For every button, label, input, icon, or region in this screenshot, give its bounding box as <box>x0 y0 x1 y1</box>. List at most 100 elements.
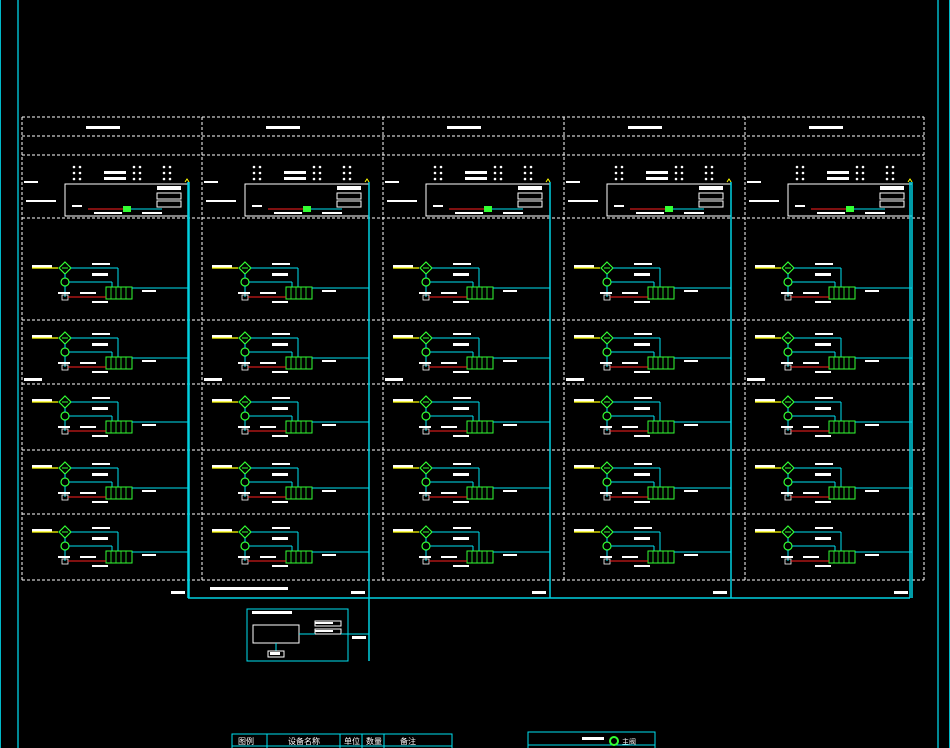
label-bar <box>92 263 110 265</box>
label-bar <box>92 397 110 399</box>
label-bar <box>865 212 885 214</box>
terminal-dot <box>168 171 172 175</box>
label-bar <box>272 273 288 276</box>
label-bar <box>566 181 580 183</box>
label-bar <box>827 171 849 174</box>
terminal-dot <box>439 177 443 181</box>
label-bar <box>92 565 108 567</box>
label-bar <box>272 463 290 465</box>
label-bar <box>781 556 793 558</box>
label-bar <box>865 424 879 426</box>
label-bar <box>260 492 276 494</box>
column-title-bar <box>86 126 120 129</box>
label-bar <box>568 200 598 202</box>
label-bar <box>894 591 908 594</box>
label-bar <box>80 492 96 494</box>
label-bar <box>803 292 819 294</box>
terminal-dot <box>620 171 624 175</box>
label-bar <box>272 371 288 373</box>
label-bar <box>441 292 457 294</box>
label-bar <box>453 397 471 399</box>
label-bar <box>634 527 652 529</box>
terminal-dot <box>620 165 624 169</box>
label-bar <box>322 212 342 214</box>
terminal-dot <box>710 177 714 181</box>
terminal-dot <box>138 165 142 169</box>
terminal-dot <box>891 177 895 181</box>
label-bar <box>865 360 879 362</box>
terminal-dot <box>168 177 172 181</box>
terminal-dot <box>493 165 497 169</box>
legend-header-qty: 数量 <box>366 736 382 746</box>
label-bar <box>272 565 288 567</box>
label-bar <box>865 554 879 556</box>
terminal-dot <box>78 177 82 181</box>
terminal-dot <box>499 177 503 181</box>
terminal-dot <box>855 165 859 169</box>
terminal-dot <box>439 165 443 169</box>
terminal-dot <box>529 171 533 175</box>
label-bar <box>142 554 156 556</box>
terminal-dot <box>439 171 443 175</box>
label-bar <box>238 292 250 294</box>
label-bar <box>238 426 250 428</box>
terminal-dot <box>348 165 352 169</box>
label-bar <box>815 501 831 503</box>
label-bar <box>322 424 336 426</box>
terminal-dot <box>704 171 708 175</box>
label-bar <box>817 212 845 214</box>
label-bar <box>92 273 108 276</box>
label-bar <box>24 181 38 183</box>
label-bar <box>94 212 122 214</box>
label-bar <box>441 556 457 558</box>
terminal-dot <box>855 177 859 181</box>
label-bar <box>453 527 471 529</box>
label-bar <box>104 177 126 180</box>
terminal-dot <box>885 177 889 181</box>
label-bar <box>749 200 779 202</box>
label-bar <box>142 360 156 362</box>
label-bar <box>880 186 904 190</box>
label-bar <box>453 273 469 276</box>
terminal-dot <box>138 177 142 181</box>
label-bar <box>684 360 698 362</box>
label-bar <box>260 362 276 364</box>
label-bar <box>58 292 70 294</box>
label-bar <box>204 181 218 183</box>
label-bar <box>272 407 288 410</box>
terminal-dot <box>885 171 889 175</box>
label-bar <box>238 556 250 558</box>
label-bar <box>803 362 819 364</box>
label-bar <box>272 333 290 335</box>
terminal-dot <box>680 171 684 175</box>
label-bar <box>272 343 288 346</box>
terminal-dot <box>493 171 497 175</box>
label-bar <box>815 407 831 410</box>
terminal-dot <box>252 171 256 175</box>
label-bar <box>636 212 664 214</box>
label-bar <box>272 435 288 437</box>
label-bar <box>634 343 650 346</box>
label-bar <box>252 205 262 207</box>
label-bar <box>433 205 443 207</box>
terminal-dot <box>614 177 618 181</box>
label-bar <box>441 362 457 364</box>
label-bar <box>634 473 650 476</box>
label-bar <box>441 426 457 428</box>
legend-header-remark: 备注 <box>400 736 416 746</box>
label-bar <box>142 490 156 492</box>
label-bar <box>684 212 704 214</box>
label-bar <box>634 537 650 540</box>
label-bar <box>503 290 517 292</box>
label-bar <box>385 378 403 381</box>
label-bar <box>503 360 517 362</box>
label-bar <box>815 537 831 540</box>
terminal-dot <box>704 177 708 181</box>
label-bar <box>453 301 469 303</box>
terminal-dot <box>342 165 346 169</box>
bus-label-bar <box>210 587 288 590</box>
label-bar <box>453 463 471 465</box>
terminal-dot <box>318 165 322 169</box>
label-bar <box>337 186 361 190</box>
label-bar <box>803 492 819 494</box>
